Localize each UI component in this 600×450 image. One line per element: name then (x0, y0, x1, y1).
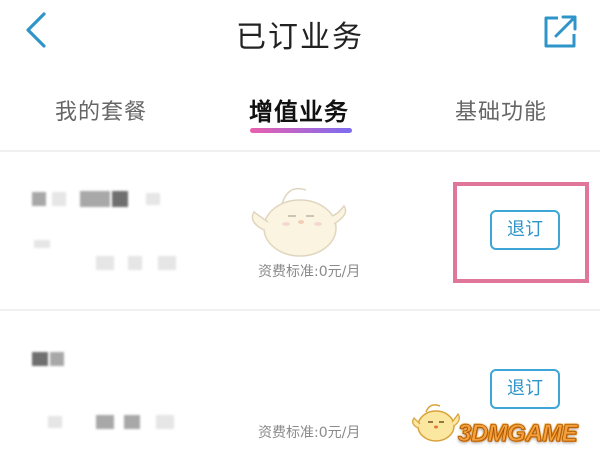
redacted-detail (124, 415, 140, 429)
mascot-watermark-icon (251, 187, 347, 257)
redacted-service-name (32, 192, 46, 206)
tab-value-added[interactable]: 增值业务 (249, 92, 349, 127)
divider (0, 309, 600, 311)
unsubscribe-button[interactable]: 退订 (490, 369, 560, 409)
site-logo-mascot-icon (412, 404, 460, 442)
active-tab-indicator (250, 128, 352, 133)
redacted-detail (34, 240, 50, 248)
redacted-service-name (112, 191, 128, 207)
redacted-detail (48, 416, 62, 428)
redacted-detail (96, 415, 114, 429)
redacted-detail (96, 256, 114, 270)
watermark-text: 3DMGAME (458, 420, 578, 448)
redacted-detail (156, 415, 174, 429)
tab-my-package[interactable]: 我的套餐 (55, 94, 147, 126)
redacted-service-name (32, 352, 48, 366)
page-title: 已订业务 (236, 20, 364, 55)
highlight-annotation (453, 182, 589, 283)
divider (0, 150, 600, 152)
redacted-service-name (146, 193, 160, 205)
redacted-detail (128, 256, 142, 270)
site-watermark: 3DMGAME (458, 420, 578, 448)
tab-basic-functions[interactable]: 基础功能 (455, 94, 547, 126)
redacted-service-name (52, 192, 66, 206)
redacted-service-name (80, 191, 110, 207)
redacted-detail (158, 256, 176, 270)
share-external-icon (544, 15, 577, 48)
price-label: 资费标准:0元/月 (258, 264, 361, 280)
redacted-service-name (50, 352, 64, 366)
top-bar: 已订业务 (0, 0, 600, 62)
price-label: 资费标准:0元/月 (258, 425, 361, 441)
tab-bar: 我的套餐 增值业务 基础功能 (0, 80, 600, 150)
share-button[interactable] (540, 12, 580, 50)
